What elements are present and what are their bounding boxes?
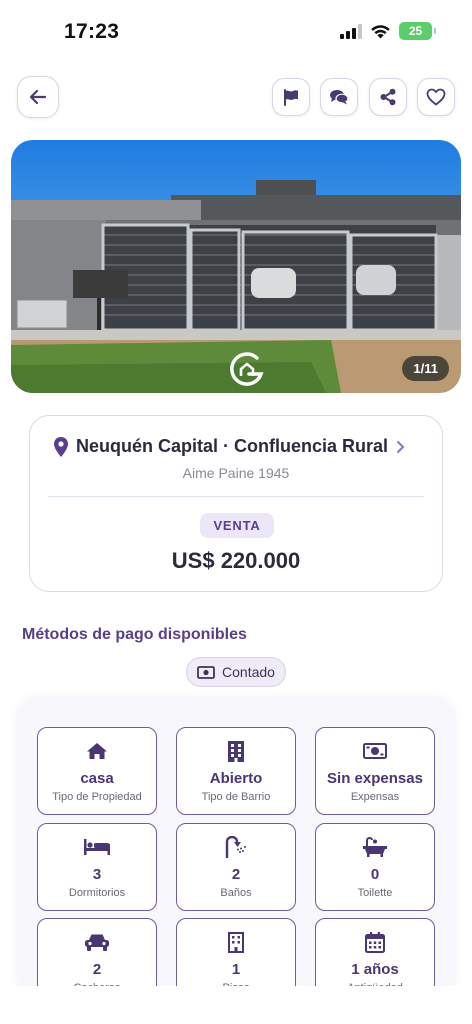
payment-method-label: Contado — [222, 664, 275, 680]
back-button[interactable] — [17, 76, 59, 118]
flag-icon — [284, 89, 298, 106]
feature-value: 1 — [231, 961, 241, 978]
arrow-left-icon — [29, 89, 47, 105]
bed-icon — [84, 839, 110, 855]
location-link[interactable]: Neuquén Capital · Confluencia Rural — [54, 436, 406, 457]
operation-badge: VENTA — [200, 513, 274, 538]
chat-icon — [330, 90, 349, 105]
payment-method-chip: Contado — [186, 657, 286, 687]
bottom-edge — [0, 986, 472, 1024]
feature-value: Sin expensas — [327, 770, 423, 787]
wifi-icon — [371, 24, 390, 38]
building-icon — [228, 740, 244, 762]
location-title: Neuquén Capital · Confluencia Rural — [76, 436, 389, 456]
feature-card-bedrooms: 3 Dormitorios — [37, 823, 157, 911]
divider — [48, 496, 424, 497]
feature-label: Dormitorios — [68, 887, 126, 899]
feature-value: 1 años — [351, 961, 399, 978]
feature-value: 2 — [231, 866, 241, 883]
feature-card-bathrooms: 2 Baños — [176, 823, 296, 911]
brand-watermark-icon — [230, 352, 264, 386]
feature-label: Toilette — [357, 887, 393, 899]
money-icon — [197, 665, 215, 679]
feature-value: 0 — [370, 866, 380, 883]
report-button[interactable] — [272, 78, 310, 116]
money-icon — [363, 743, 387, 759]
feature-value: 2 — [92, 961, 102, 978]
chat-button[interactable] — [320, 78, 358, 116]
signal-icon — [340, 23, 362, 39]
home-icon — [87, 743, 107, 759]
status-time: 17:23 — [64, 20, 120, 43]
property-photo[interactable]: 1/11 — [11, 140, 461, 393]
photo-counter: 1/11 — [402, 356, 449, 381]
battery-icon: 25 — [399, 22, 436, 40]
feature-label: Tipo de Propiedad — [52, 791, 142, 803]
building-icon — [228, 931, 244, 953]
share-icon — [380, 88, 396, 106]
payment-methods-title: Métodos de pago disponibles — [22, 626, 247, 643]
bathtub-icon — [363, 837, 387, 857]
listing-summary-card: Neuquén Capital · Confluencia Rural Aime… — [29, 415, 443, 592]
price: US$ 220.000 — [171, 548, 301, 573]
feature-label: Expensas — [350, 791, 400, 803]
feature-card-property-type: casa Tipo de Propiedad — [37, 727, 157, 815]
feature-label: Tipo de Barrio — [201, 791, 271, 803]
battery-level: 25 — [408, 24, 423, 38]
location-pin-icon — [54, 436, 68, 457]
favorite-button[interactable] — [417, 78, 455, 116]
feature-value: casa — [80, 770, 114, 787]
status-bar: 17:23 25 — [0, 0, 472, 62]
feature-value: 3 — [92, 866, 102, 883]
shower-icon — [225, 836, 246, 858]
calendar-icon — [365, 931, 385, 953]
feature-label: Baños — [220, 887, 252, 899]
car-icon — [85, 934, 109, 951]
share-button[interactable] — [369, 78, 407, 116]
feature-card-toilette: 0 Toilette — [315, 823, 435, 911]
address: Aime Paine 1945 — [182, 465, 290, 481]
status-icons: 25 — [340, 22, 436, 40]
feature-card-neighborhood-type: Abierto Tipo de Barrio — [176, 727, 296, 815]
features-panel: casa Tipo de Propiedad Abierto Tipo de B… — [17, 696, 455, 1006]
feature-value: Abierto — [209, 770, 263, 787]
chevron-right-icon — [397, 440, 405, 453]
feature-card-expenses: Sin expensas Expensas — [315, 727, 435, 815]
heart-icon — [426, 88, 446, 106]
